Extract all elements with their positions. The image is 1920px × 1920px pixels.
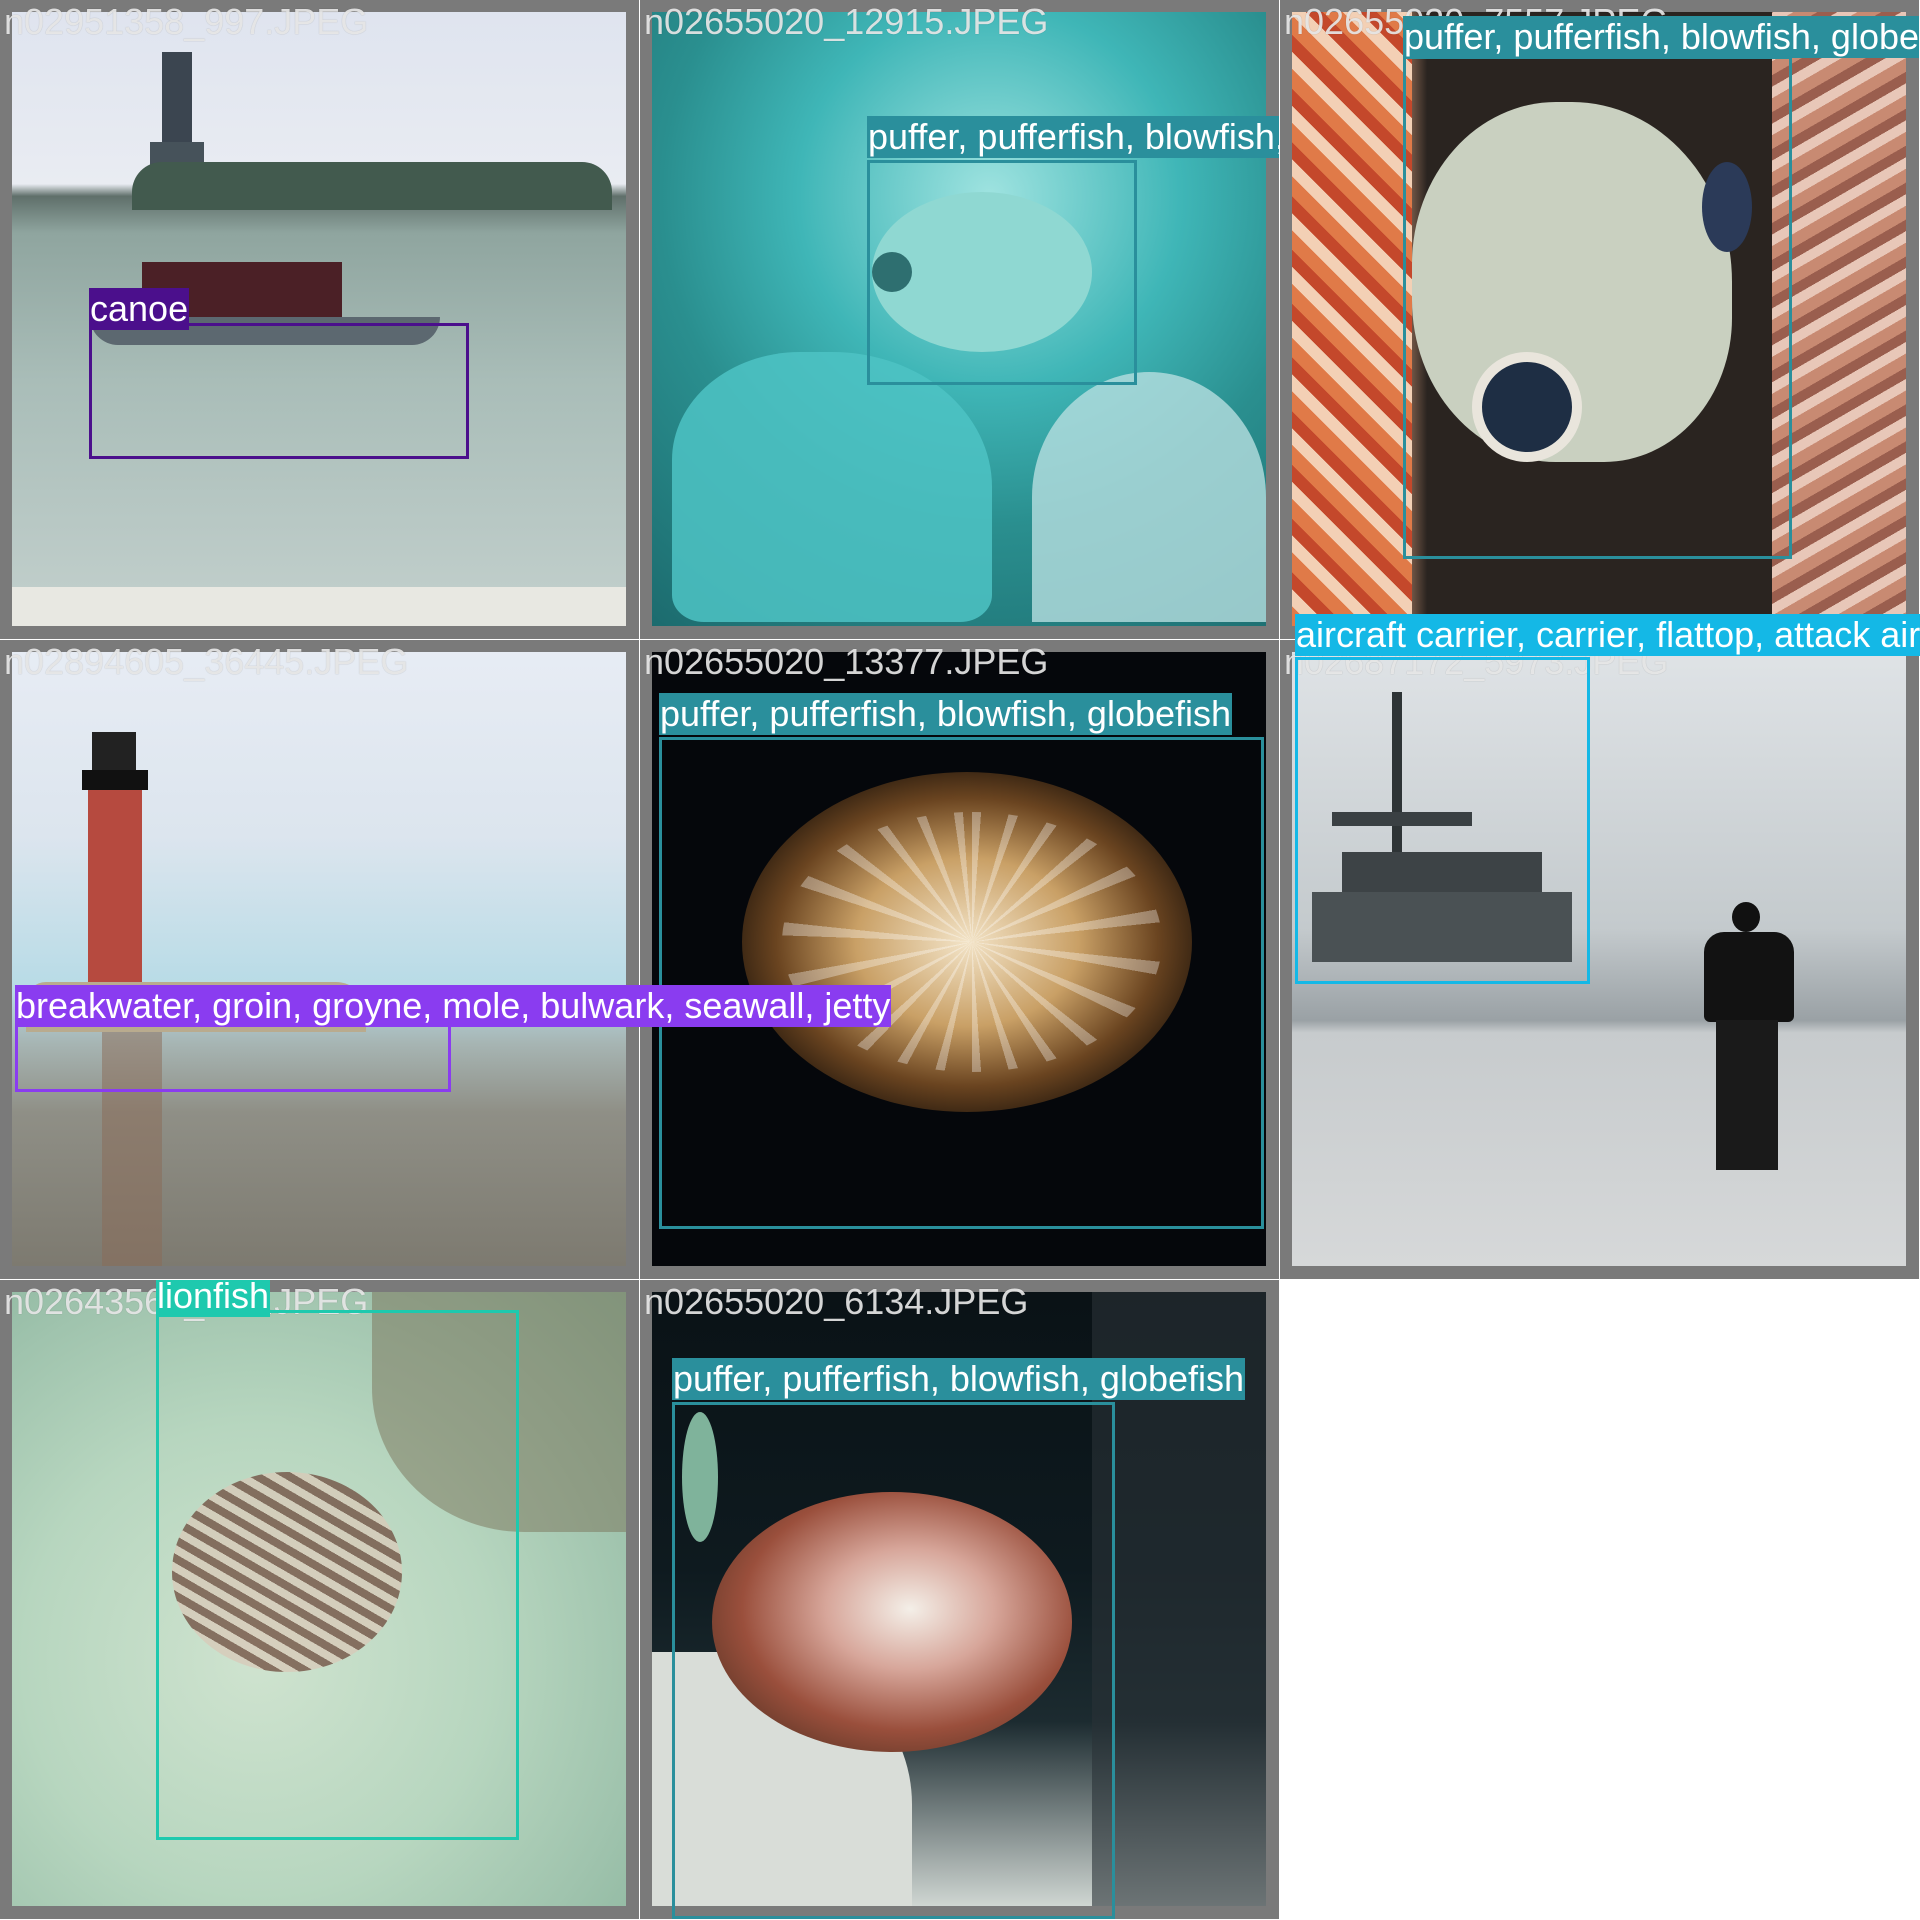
image-tile-7[interactable]: n02643566_543.JPEG lionfish [0, 1280, 639, 1919]
class-label: puffer, pufferfish, blowfish, globefish [672, 1358, 1246, 1400]
class-label: canoe [89, 288, 190, 330]
image-tile-5[interactable]: n02655020_13377.JPEG puffer, pufferfish,… [640, 640, 1279, 1279]
image-tile-3[interactable]: n02655020_7557.JPEG puffer, pufferfish, … [1280, 0, 1919, 639]
puffer-bbox [867, 160, 1137, 385]
filename-label: n02655020_13377.JPEG [644, 641, 1049, 682]
filename-label: n02655020_12915.JPEG [644, 1, 1049, 42]
filename-label: n02655020_6134.JPEG [644, 1281, 1029, 1322]
aircraft-carrier-bbox [1295, 657, 1590, 984]
lionfish-bbox [156, 1310, 519, 1840]
breakwater-bbox [15, 1023, 451, 1092]
image-tile-1[interactable]: n02951358_997.JPEG canoe [0, 0, 639, 639]
canoe-bbox [89, 323, 469, 459]
filename-label: n02894605_36445.JPEG [4, 641, 409, 682]
filename-label: n02951358_997.JPEG [4, 1, 369, 42]
puffer-bbox [1403, 56, 1792, 559]
class-label: puffer, pufferfish, blowfish, globefish [1403, 16, 1919, 58]
class-label: aircraft carrier, carrier, flattop, atta… [1295, 614, 1920, 656]
lighthouse-photo [12, 652, 626, 1266]
image-tile-6[interactable]: n02687172_5973.JPEG [1280, 640, 1919, 1279]
image-tile-4[interactable]: n02894605_36445.JPEG [0, 640, 639, 1279]
puffer-bbox [672, 1402, 1115, 1919]
class-label: lionfish [156, 1280, 271, 1317]
class-label: puffer, pufferfish, blowfish, globefish [867, 116, 1279, 158]
image-tile-2[interactable]: n02655020_12915.JPEG puffer, pufferfish,… [640, 0, 1279, 639]
class-label: puffer, pufferfish, blowfish, globefish [659, 693, 1233, 735]
image-grid: n02951358_997.JPEG canoe n02655020_12915… [0, 0, 1920, 1920]
puffer-bbox [659, 737, 1264, 1229]
class-label: breakwater, groin, groyne, mole, bulwark… [15, 985, 892, 1027]
image-tile-8[interactable]: n02655020_6134.JPEG puffer, pufferfish, … [640, 1280, 1279, 1919]
